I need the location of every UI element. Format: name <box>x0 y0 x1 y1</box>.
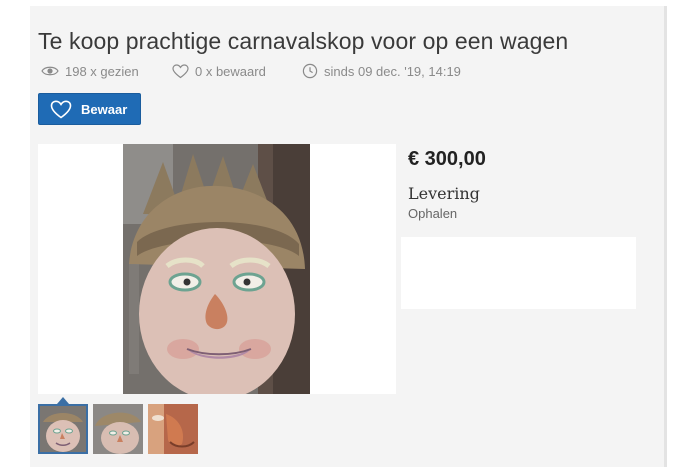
save-listing-button[interactable]: Bewaar <box>38 93 141 125</box>
thumbnail-2[interactable] <box>93 404 143 454</box>
thumbnail-selected-indicator <box>57 397 69 404</box>
carnival-head-closeup-thumb-image <box>148 404 198 454</box>
eye-icon <box>41 66 59 76</box>
seller-info-box <box>401 237 636 309</box>
carnival-head-thumb-image <box>40 406 86 452</box>
view-count-label: 198 x gezien <box>65 63 139 79</box>
listing-date: sinds 09 dec. '19, 14:19 <box>302 62 461 80</box>
saved-count-label: 0 x bewaard <box>195 63 266 79</box>
saved-count: 0 x bewaard <box>172 62 266 80</box>
delivery-method: Ophalen <box>408 206 458 221</box>
view-count: 198 x gezien <box>41 62 139 80</box>
heart-outline-icon <box>50 99 72 118</box>
heart-outline-icon <box>172 63 189 78</box>
delivery-label: Levering <box>408 184 480 203</box>
panel-edge-divider <box>664 6 667 467</box>
thumbnail-3[interactable] <box>148 404 198 454</box>
thumbnail-1[interactable] <box>38 404 88 454</box>
carnival-head-side-thumb-image <box>93 404 143 454</box>
clock-icon <box>302 63 318 79</box>
carnival-head-image <box>123 144 310 394</box>
main-photo[interactable] <box>123 144 310 394</box>
main-photo-frame <box>38 144 396 394</box>
save-button-label: Bewaar <box>81 101 128 117</box>
price: € 300,00 <box>408 148 486 170</box>
listing-date-label: sinds 09 dec. '19, 14:19 <box>324 63 461 79</box>
listing-title: Te koop prachtige carnavalskop voor op e… <box>38 28 569 54</box>
